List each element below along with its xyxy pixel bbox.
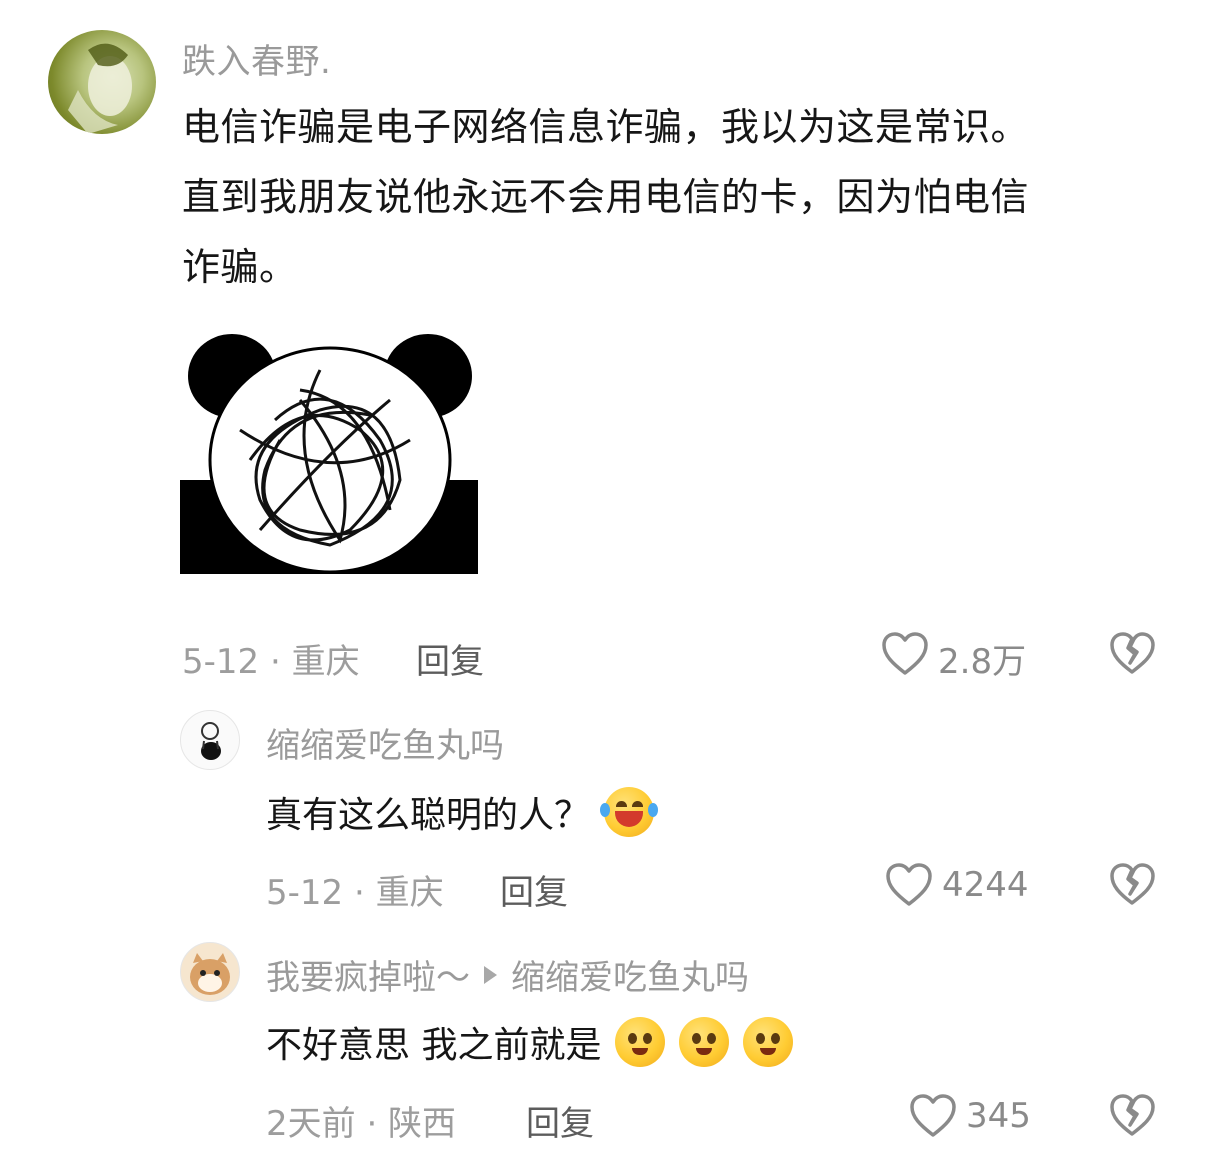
reply-meta: 2天前 · 陕西 — [266, 1104, 457, 1144]
pleading-emoji — [679, 1017, 730, 1067]
reply-button[interactable]: 回复 — [416, 634, 484, 683]
reply-button[interactable]: 回复 — [500, 865, 568, 914]
reply-text: 不好意思 我之前就是 — [266, 1025, 602, 1066]
reply-text: 真有这么聪明的人？ — [266, 795, 591, 836]
reply-button[interactable]: 回复 — [526, 1096, 594, 1145]
pleading-emoji — [743, 1017, 794, 1067]
comment-line: 电信诈骗是电子网络信息诈骗，我以为这是常识。 — [182, 105, 1030, 149]
heart-outline-icon[interactable] — [880, 630, 930, 678]
like-count: 4244 — [942, 865, 1029, 905]
laugh-cry-emoji — [600, 787, 659, 837]
broken-heart-icon[interactable] — [1108, 630, 1156, 678]
comment-meta: 5-12 · 重庆 — [182, 642, 360, 682]
avatar[interactable] — [48, 30, 156, 134]
broken-heart-icon[interactable] — [1108, 861, 1156, 909]
avatar-image — [68, 43, 132, 134]
heart-outline-icon[interactable] — [908, 1092, 958, 1140]
pleading-emoji — [615, 1017, 666, 1067]
like-count: 2.8万 — [938, 642, 1027, 682]
reply-text-row: 不好意思 我之前就是 — [266, 1016, 794, 1068]
comment-line: 直到我朋友说他永远不会用电信的卡，因为怕电信 — [182, 175, 1030, 219]
panda-meme-image[interactable] — [180, 330, 480, 576]
reply-author[interactable]: 我要疯掉啦～ — [266, 950, 470, 999]
heart-outline-icon[interactable] — [884, 861, 934, 909]
broken-heart-icon[interactable] — [1108, 1092, 1156, 1140]
comment-author[interactable]: 跌入春野. — [182, 34, 331, 83]
play-triangle-icon — [484, 965, 497, 984]
like-count: 345 — [966, 1096, 1031, 1136]
comment-text: 电信诈骗是电子网络信息诈骗，我以为这是常识。 直到我朋友说他永远不会用电信的卡，… — [182, 92, 1172, 302]
reply-avatar[interactable] — [180, 710, 240, 770]
reply-to-author[interactable]: 缩缩爱吃鱼丸吗 — [511, 950, 749, 999]
reply-header: 我要疯掉啦～ 缩缩爱吃鱼丸吗 — [266, 950, 749, 999]
reply-author[interactable]: 缩缩爱吃鱼丸吗 — [266, 718, 504, 767]
reply-meta: 5-12 · 重庆 — [266, 873, 444, 913]
comment-line: 诈骗。 — [182, 245, 298, 289]
reply-text-row: 真有这么聪明的人？ — [266, 786, 659, 838]
reply-avatar[interactable] — [180, 942, 240, 1002]
